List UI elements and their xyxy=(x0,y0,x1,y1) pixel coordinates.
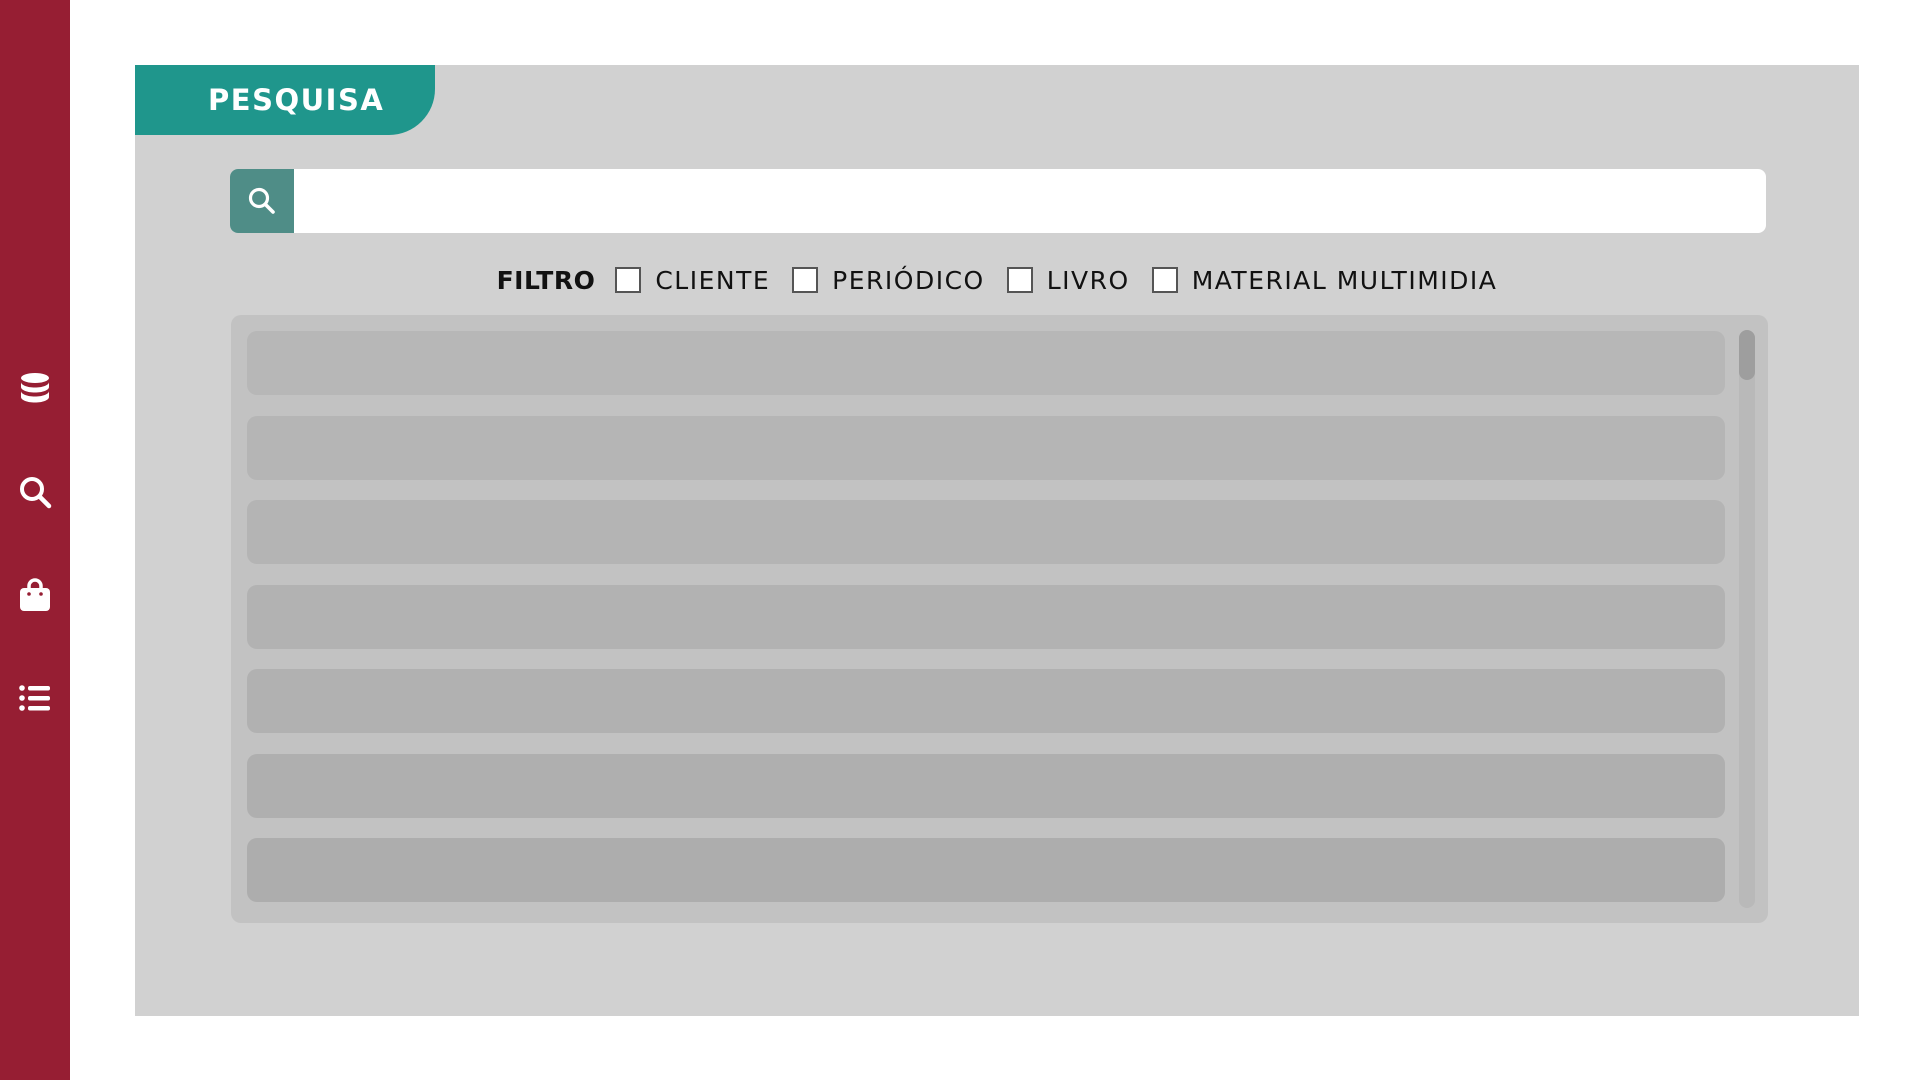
filter-label: FILTRO xyxy=(496,265,596,295)
sidebar xyxy=(0,0,70,1080)
list-item[interactable] xyxy=(247,753,1725,818)
panel-tab-pesquisa: PESQUISA xyxy=(135,65,435,135)
filter-periodico-label: PERIÓDICO xyxy=(832,265,985,295)
filter-material-multimidia[interactable]: MATERIAL MULTIMIDIA xyxy=(1151,265,1498,295)
list-icon[interactable] xyxy=(17,680,53,716)
filter-periodico[interactable]: PERIÓDICO xyxy=(792,266,985,295)
checkbox-periodico[interactable] xyxy=(792,267,819,293)
filter-material-multimidia-label: MATERIAL MULTIMIDIA xyxy=(1191,265,1498,295)
search-button[interactable] xyxy=(230,169,294,233)
scrollbar-track[interactable] xyxy=(1739,330,1755,908)
search-panel: PESQUISA FILTRO CLIENTE PERIÓDICO LIVRO … xyxy=(135,65,1859,1016)
list-item[interactable] xyxy=(247,584,1725,649)
database-icon[interactable] xyxy=(17,370,53,406)
list-item[interactable] xyxy=(247,500,1725,564)
filter-livro[interactable]: LIVRO xyxy=(1006,265,1130,295)
checkbox-cliente[interactable] xyxy=(615,267,642,293)
scrollbar-thumb[interactable] xyxy=(1739,330,1755,380)
search-icon[interactable] xyxy=(17,474,53,510)
list-item[interactable] xyxy=(247,331,1725,395)
search-bar xyxy=(230,169,1766,233)
checkbox-material-multimidia[interactable] xyxy=(1151,267,1178,293)
checkbox-livro[interactable] xyxy=(1006,267,1033,293)
shopping-bag-icon[interactable] xyxy=(17,577,53,613)
results-list xyxy=(231,315,1768,923)
list-item[interactable] xyxy=(247,838,1725,902)
filter-livro-label: LIVRO xyxy=(1046,265,1130,295)
search-icon xyxy=(248,187,275,214)
filter-cliente-label: CLIENTE xyxy=(655,265,771,295)
list-item[interactable] xyxy=(247,669,1725,733)
filter-bar: FILTRO CLIENTE PERIÓDICO LIVRO MATERIAL … xyxy=(135,255,1859,305)
search-input[interactable] xyxy=(294,169,1766,233)
filter-cliente[interactable]: CLIENTE xyxy=(615,266,770,295)
list-item[interactable] xyxy=(247,415,1725,480)
